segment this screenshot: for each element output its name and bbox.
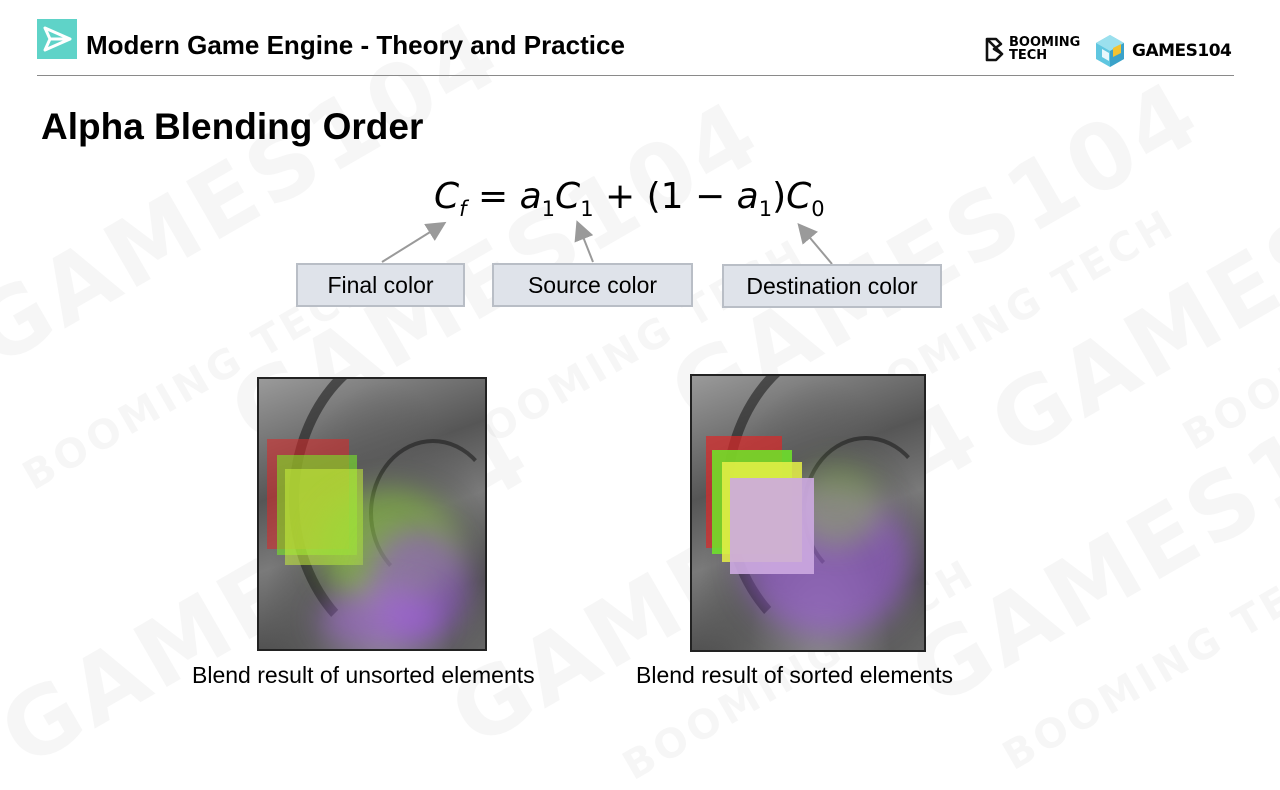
label-source-color: Source color — [492, 263, 693, 307]
arrow-final — [381, 221, 447, 263]
sorted-blend-image — [690, 374, 926, 652]
unsorted-caption: Blend result of unsorted elements — [192, 662, 535, 688]
label-arrows — [381, 220, 833, 265]
arrow-destination — [797, 222, 833, 265]
label-destination-color: Destination color — [722, 264, 942, 308]
unsorted-blend-image — [257, 377, 487, 651]
sorted-caption: Blend result of sorted elements — [636, 662, 954, 688]
label-final-color: Final color — [296, 263, 465, 307]
arrow-source — [574, 220, 594, 263]
